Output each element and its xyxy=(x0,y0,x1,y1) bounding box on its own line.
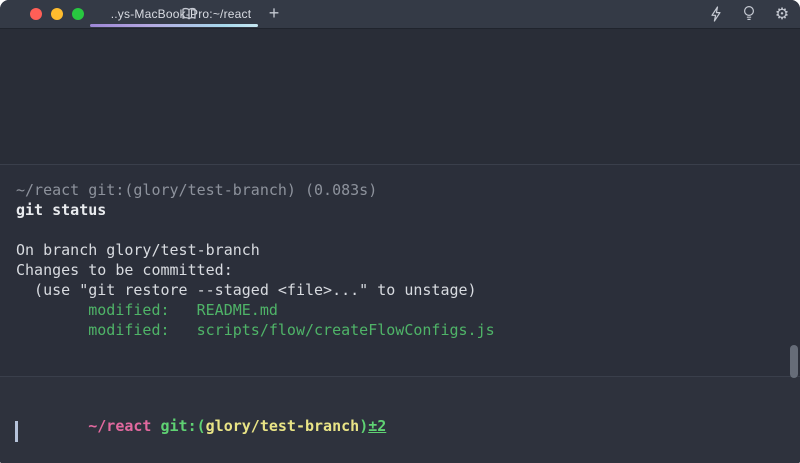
lightning-bolt-icon[interactable] xyxy=(708,5,724,22)
prompt-branch: glory/test-branch xyxy=(206,417,360,435)
previous-prompt-line: ~/react git:(glory/test-branch) (0.083s) xyxy=(16,180,495,200)
text-cursor xyxy=(15,421,18,442)
new-tab-button[interactable]: + xyxy=(263,0,285,27)
scrollbar-thumb[interactable] xyxy=(790,345,798,378)
terminal-pane[interactable]: ~/react git:(glory/test-branch) (0.083s)… xyxy=(0,28,800,463)
minimize-button[interactable] xyxy=(51,8,63,20)
tab-active[interactable]: ..ys-MacBook-Pro:~/react xyxy=(90,0,258,28)
tab-active-underline xyxy=(90,24,258,27)
tab-bar-actions: ⚙ xyxy=(708,0,790,27)
modified-file-line: modified: scripts/flow/createFlowConfigs… xyxy=(16,320,495,340)
gear-icon[interactable]: ⚙ xyxy=(774,5,790,22)
prompt-dirty-count: ±2 xyxy=(368,417,386,435)
terminal-window: ..ys-MacBook-Pro:~/react + ⚙ xyxy=(0,0,800,463)
zoom-button[interactable] xyxy=(72,8,84,20)
current-prompt-line: ~/react git:(glory/test-branch)±2 xyxy=(16,396,386,416)
command-block: ~/react git:(glory/test-branch) (0.083s)… xyxy=(16,180,495,340)
lightbulb-icon[interactable] xyxy=(741,5,757,22)
prompt-branch-close: ) xyxy=(359,417,368,435)
block-separator-top xyxy=(0,164,800,165)
output-line: (use "git restore --staged <file>..." to… xyxy=(16,280,495,300)
blank-line xyxy=(16,220,495,240)
output-line: Changes to be committed: xyxy=(16,260,495,280)
output-line: On branch glory/test-branch xyxy=(16,240,495,260)
background-band-top xyxy=(0,28,800,164)
tab-title: ..ys-MacBook-Pro:~/react xyxy=(97,7,252,21)
block-separator-bottom xyxy=(0,376,800,377)
modified-file-line: modified: README.md xyxy=(16,300,495,320)
gear-glyph: ⚙ xyxy=(775,6,789,22)
prompt-git-prefix: git:( xyxy=(151,417,205,435)
tab-bar: ..ys-MacBook-Pro:~/react + ⚙ xyxy=(0,0,800,29)
command-text: git status xyxy=(16,200,495,220)
traffic-lights xyxy=(30,8,84,20)
close-button[interactable] xyxy=(30,8,42,20)
prompt-path: ~/react xyxy=(88,417,151,435)
